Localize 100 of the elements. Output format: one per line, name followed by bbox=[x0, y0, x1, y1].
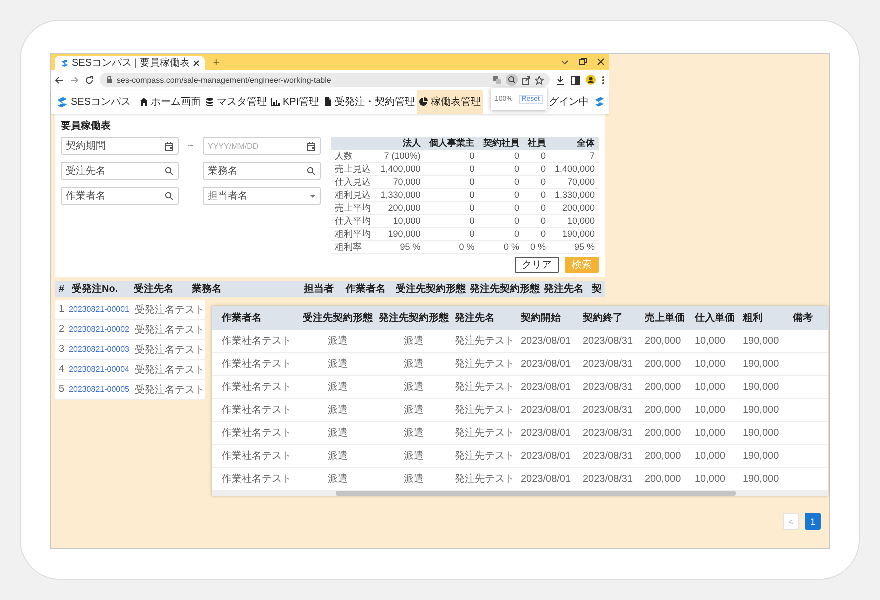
logo-icon bbox=[593, 96, 605, 108]
table-cell: 10,000 bbox=[692, 398, 740, 422]
table-cell: 2023/08/01 bbox=[518, 376, 580, 398]
scrollbar-thumb[interactable] bbox=[336, 491, 736, 496]
table-cell: 1,330,000 bbox=[376, 188, 425, 202]
side-panel-icon[interactable] bbox=[571, 76, 580, 84]
translate-icon[interactable] bbox=[493, 76, 502, 84]
table-cell: 70,000 bbox=[550, 176, 599, 188]
more-icon[interactable] bbox=[602, 76, 605, 84]
table-cell: 2023/08/31 bbox=[580, 444, 642, 468]
column-header: 担当者 bbox=[303, 282, 335, 296]
profile-icon[interactable] bbox=[586, 75, 596, 85]
table-cell: 200,000 bbox=[642, 330, 692, 352]
star-icon[interactable] bbox=[535, 76, 544, 84]
row-label: 粗利見込 bbox=[331, 188, 376, 202]
search-icon[interactable] bbox=[165, 166, 174, 176]
row-number: 1 bbox=[58, 304, 66, 315]
column-header: 契 bbox=[591, 282, 603, 296]
table-cell: 190,000 bbox=[740, 398, 790, 422]
calendar-icon[interactable] bbox=[165, 142, 174, 150]
new-tab-button[interactable]: + bbox=[211, 56, 222, 70]
table-cell: 10,000 bbox=[692, 330, 740, 352]
table-cell: 0 bbox=[524, 228, 550, 240]
table-cell: 0 % bbox=[424, 240, 479, 254]
share-icon[interactable] bbox=[522, 76, 531, 84]
table-cell: 2023/08/01 bbox=[518, 422, 580, 444]
table-cell: 200,000 bbox=[642, 352, 692, 376]
table-cell: 派遣 bbox=[300, 376, 376, 398]
column-header: 売上単価 bbox=[642, 306, 692, 330]
order-number-link[interactable]: 20230821-00003 bbox=[69, 345, 135, 354]
search-icon[interactable] bbox=[165, 192, 174, 200]
page-button[interactable]: 1 bbox=[805, 513, 821, 530]
table-cell: 0 bbox=[524, 188, 550, 202]
table-cell: 200,000 bbox=[642, 398, 692, 422]
table-cell: 作業社名テスト bbox=[212, 422, 300, 444]
client-name: 受発注名テスト bbox=[135, 384, 205, 396]
close-icon[interactable] bbox=[597, 58, 605, 66]
pie-chart-icon bbox=[419, 97, 430, 107]
table-cell: 10,000 bbox=[376, 214, 425, 228]
column-header: 備考 bbox=[790, 306, 828, 330]
nav-item[interactable]: ホーム画面 bbox=[137, 90, 203, 114]
search-field[interactable]: 業務名 bbox=[203, 162, 321, 180]
back-icon[interactable] bbox=[55, 76, 64, 84]
order-number-link[interactable]: 20230821-00002 bbox=[69, 325, 135, 334]
table-cell: 200,000 bbox=[642, 444, 692, 468]
table-cell: 1,330,000 bbox=[550, 188, 599, 202]
table-cell: 70,000 bbox=[376, 176, 425, 188]
chevron-down-icon[interactable] bbox=[561, 60, 569, 64]
order-number-link[interactable]: 20230821-00001 bbox=[69, 305, 135, 314]
nav-item[interactable]: 受発注・契約管理 bbox=[321, 90, 418, 114]
row-number: 2 bbox=[58, 324, 66, 335]
table-cell: 190,000 bbox=[376, 228, 425, 240]
table-cell: 作業社名テスト bbox=[212, 376, 300, 398]
zoom-icon[interactable] bbox=[506, 74, 518, 86]
table-cell: 発注先テスト bbox=[452, 376, 518, 398]
table-cell: 0 bbox=[478, 188, 524, 202]
table-cell: 発注先テスト bbox=[452, 422, 518, 444]
clear-button[interactable]: クリア bbox=[515, 257, 559, 273]
table-cell: 0 bbox=[478, 162, 524, 176]
nav-item[interactable]: KPI管理 bbox=[269, 90, 322, 114]
date-field[interactable]: 契約期間 bbox=[61, 137, 179, 155]
table-cell: 0 bbox=[424, 162, 479, 176]
download-icon[interactable] bbox=[556, 76, 565, 84]
table-cell: 200,000 bbox=[376, 202, 425, 214]
restore-icon[interactable] bbox=[579, 58, 587, 66]
table-cell: 200,000 bbox=[642, 422, 692, 444]
table-cell: 1,400,000 bbox=[550, 162, 599, 176]
order-number-link[interactable]: 20230821-00004 bbox=[69, 365, 135, 374]
table-cell: 10,000 bbox=[692, 444, 740, 468]
search-field[interactable]: 受注先名 bbox=[61, 162, 179, 180]
search-icon[interactable] bbox=[307, 166, 316, 176]
forward-icon[interactable] bbox=[70, 76, 79, 84]
reload-icon[interactable] bbox=[85, 76, 94, 84]
column-header: 業務名 bbox=[191, 282, 223, 296]
select-field[interactable]: 担当者名 bbox=[203, 187, 321, 205]
app-logo-text: SESコンパス bbox=[71, 96, 132, 109]
search-field[interactable]: 作業者名 bbox=[61, 187, 179, 205]
client-name: 受発注名テスト bbox=[135, 364, 205, 376]
table-cell: 0 bbox=[424, 202, 479, 214]
table-cell: 発注先テスト bbox=[452, 352, 518, 376]
table-cell: 2023/08/01 bbox=[518, 352, 580, 376]
table-cell: 0 bbox=[524, 150, 550, 162]
nav-item[interactable]: 稼働表管理 bbox=[417, 90, 484, 114]
table-cell: 0 bbox=[478, 202, 524, 214]
table-cell: 作業社名テスト bbox=[212, 398, 300, 422]
row-number: 3 bbox=[58, 344, 66, 355]
table-cell: 0 bbox=[478, 150, 524, 162]
nav-item[interactable]: マスタ管理 bbox=[203, 90, 269, 114]
column-header: # bbox=[58, 284, 66, 294]
table-cell: 7 (100%) bbox=[376, 150, 425, 162]
table-cell: 2023/08/31 bbox=[580, 398, 642, 422]
close-icon[interactable] bbox=[193, 60, 200, 66]
browser-tab[interactable]: SESコンパス | 要員稼働表 bbox=[55, 56, 206, 70]
calendar-icon[interactable] bbox=[307, 142, 316, 150]
table-cell: 95 % bbox=[550, 240, 599, 254]
database-icon bbox=[205, 97, 215, 107]
caret-icon[interactable] bbox=[310, 194, 316, 198]
row-number: 5 bbox=[58, 384, 66, 395]
table-cell: 190,000 bbox=[740, 376, 790, 398]
order-number-link[interactable]: 20230821-00005 bbox=[69, 385, 135, 394]
